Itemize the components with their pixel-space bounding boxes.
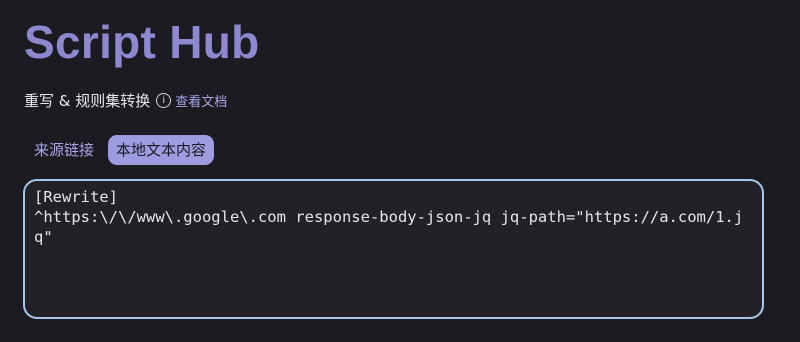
tab-local-text[interactable]: 本地文本内容 [108,135,215,165]
subtitle-row: 重写 & 规则集转换 i 查看文档 [24,88,227,112]
text-content-editor[interactable]: [Rewrite] ^https:\/\/www\.google\.com re… [23,179,764,319]
docs-link[interactable]: 查看文档 [175,91,227,110]
info-icon[interactable]: i [156,92,172,108]
source-tabs: 来源链接 本地文本内容 [26,135,215,165]
subtitle-text: 重写 & 规则集转换 [24,91,151,110]
tab-source-link[interactable]: 来源链接 [26,135,102,165]
page-title: Script Hub [24,16,260,68]
